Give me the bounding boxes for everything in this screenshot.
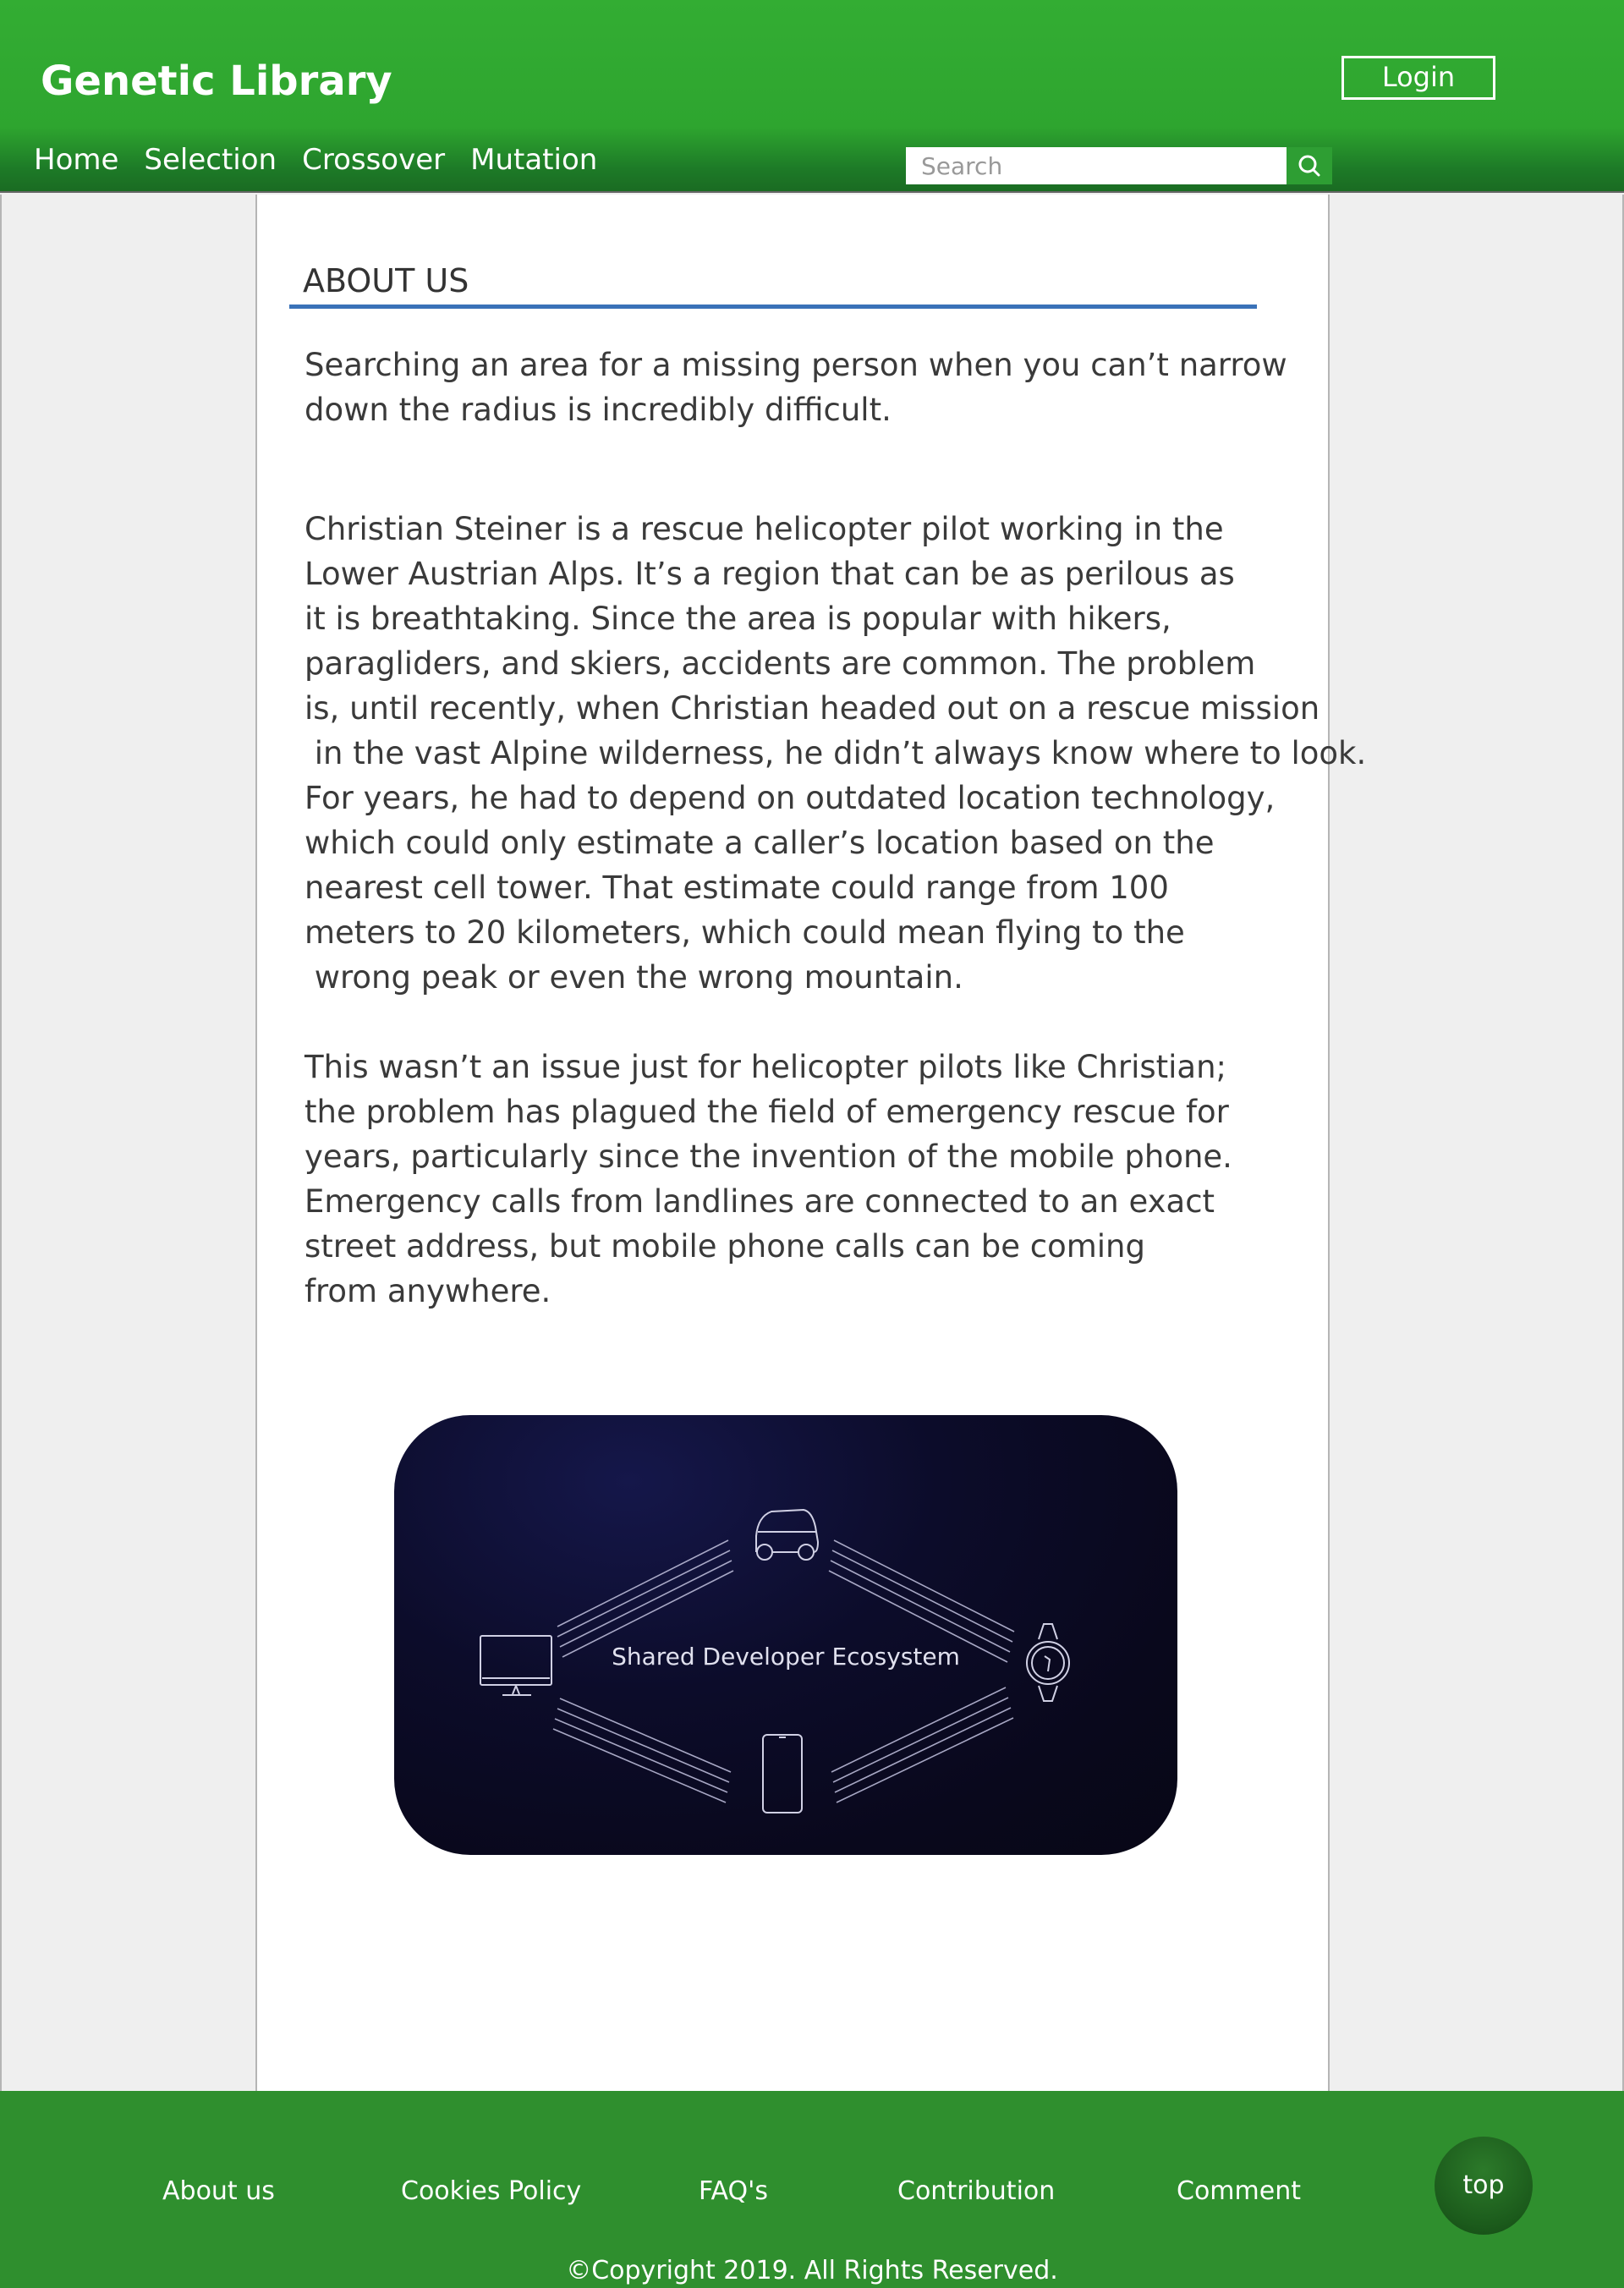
body-paragraph: This wasn’t an issue just for helicopter… bbox=[304, 1049, 1232, 1309]
section-title: ABOUT US bbox=[303, 262, 469, 299]
nav-item-crossover[interactable]: Crossover bbox=[302, 145, 445, 174]
title-divider bbox=[289, 305, 1257, 309]
image-caption: Shared Developer Ecosystem bbox=[612, 1643, 960, 1671]
footer-link-comment[interactable]: Comment bbox=[1177, 2179, 1301, 2204]
site-logo-title[interactable]: Genetic Library bbox=[41, 61, 392, 102]
nav-item-mutation[interactable]: Mutation bbox=[470, 145, 597, 174]
main-content: ABOUT US Searching an area for a missing… bbox=[257, 195, 1366, 2091]
footer-link-faq[interactable]: FAQ's bbox=[699, 2179, 768, 2204]
search-input[interactable] bbox=[906, 147, 1287, 184]
monitor-icon bbox=[480, 1635, 552, 1696]
site-footer: About us Cookies Policy FAQ's Contributi… bbox=[0, 2091, 1624, 2288]
body-paragraph: For years, he had to depend on outdated … bbox=[304, 780, 1276, 996]
nav-item-selection[interactable]: Selection bbox=[144, 145, 277, 174]
back-to-top-button[interactable]: top bbox=[1435, 2137, 1533, 2235]
body-paragraph: Christian Steiner is a rescue helicopter… bbox=[304, 511, 1367, 771]
watch-icon bbox=[1026, 1623, 1070, 1702]
footer-link-contribution[interactable]: Contribution bbox=[897, 2179, 1055, 2204]
search-button[interactable] bbox=[1287, 147, 1332, 184]
phone-icon bbox=[762, 1734, 803, 1813]
car-icon bbox=[755, 1508, 820, 1561]
site-header: Genetic Library Login Home Selection Cro… bbox=[0, 0, 1624, 193]
nav-item-home[interactable]: Home bbox=[34, 145, 118, 174]
footer-link-about[interactable]: About us bbox=[162, 2179, 275, 2204]
main-nav: Home Selection Crossover Mutation bbox=[34, 145, 623, 174]
ecosystem-image: Shared Developer Ecosystem bbox=[394, 1415, 1177, 1855]
login-button[interactable]: Login bbox=[1341, 56, 1495, 100]
right-sidebar bbox=[1328, 195, 1624, 2091]
intro-paragraph: Searching an area for a missing person w… bbox=[304, 347, 1287, 428]
copyright-text: ©Copyright 2019. All Rights Reserved. bbox=[566, 2256, 1058, 2285]
left-sidebar bbox=[0, 195, 257, 2091]
footer-link-cookies[interactable]: Cookies Policy bbox=[401, 2179, 581, 2204]
search-icon bbox=[1298, 155, 1320, 177]
